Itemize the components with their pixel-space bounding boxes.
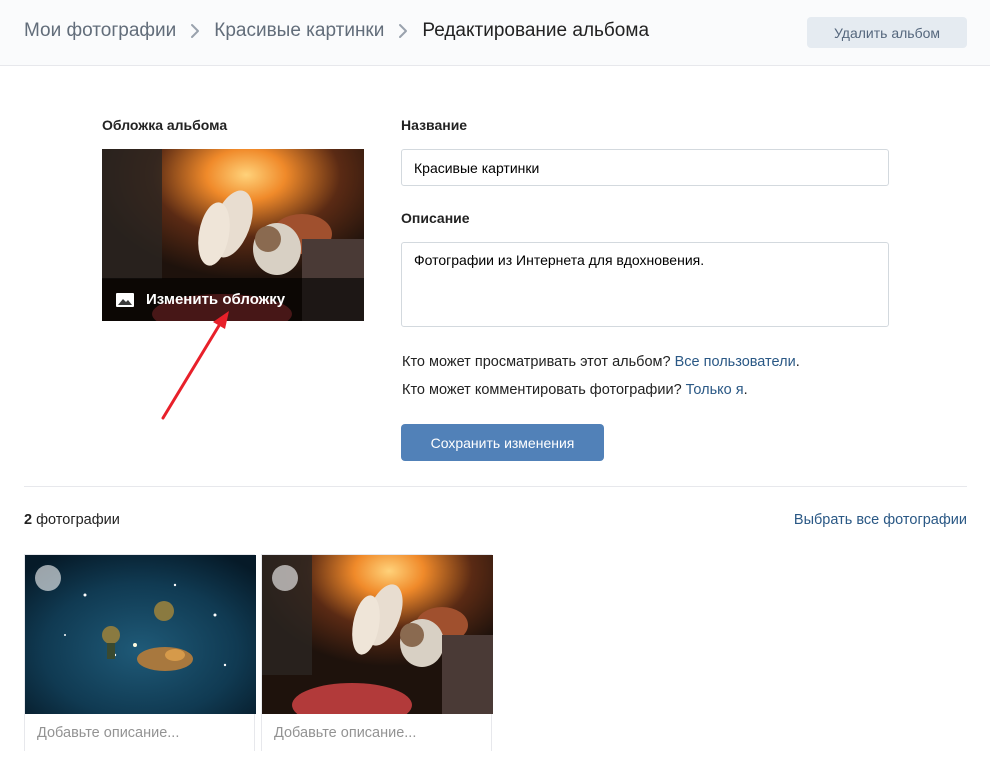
image-icon: [116, 292, 134, 307]
chevron-right-icon: [399, 24, 408, 38]
save-changes-button[interactable]: Сохранить изменения: [401, 424, 604, 461]
photo-card: [24, 554, 256, 751]
description-label: Описание: [401, 210, 470, 226]
photo-description-input[interactable]: [262, 714, 491, 751]
breadcrumb-album[interactable]: Красивые картинки: [214, 20, 384, 42]
view-privacy-row: Кто может просматривать этот альбом? Все…: [402, 354, 800, 370]
annotation-arrow: [161, 311, 229, 420]
chevron-right-icon: [191, 24, 200, 38]
comment-privacy-link[interactable]: Только я: [686, 382, 744, 398]
photo-count-label: фотографии: [36, 512, 120, 528]
photo-count: 2 фотографии: [24, 512, 120, 528]
breadcrumb: Мои фотографии Красивые картинки Редакти…: [24, 20, 649, 42]
select-photo-checkbox[interactable]: [272, 565, 298, 591]
comment-privacy-row: Кто может комментировать фотографии? Тол…: [402, 382, 748, 398]
page-header: Мои фотографии Красивые картинки Редакти…: [0, 0, 990, 66]
page-title: Редактирование альбома: [422, 20, 650, 41]
view-privacy-question: Кто может просматривать этот альбом?: [402, 354, 671, 370]
photo-description-input[interactable]: [25, 714, 254, 751]
album-description-textarea[interactable]: Фотографии из Интернета для вдохновения.: [401, 242, 889, 327]
divider: [24, 486, 967, 487]
photo-card: [261, 554, 493, 751]
view-privacy-link[interactable]: Все пользователи: [675, 354, 796, 370]
comment-privacy-question: Кто может комментировать фотографии?: [402, 382, 682, 398]
breadcrumb-my-photos[interactable]: Мои фотографии: [24, 20, 176, 42]
album-cover[interactable]: Изменить обложку: [102, 149, 364, 321]
select-photo-checkbox[interactable]: [35, 565, 61, 591]
photo-thumbnail[interactable]: [25, 555, 256, 714]
album-name-input[interactable]: [401, 149, 889, 186]
select-all-photos-link[interactable]: Выбрать все фотографии: [794, 512, 967, 528]
delete-album-button[interactable]: Удалить альбом: [807, 17, 967, 48]
photo-count-number: 2: [24, 512, 33, 528]
photo-thumbnail[interactable]: [262, 555, 493, 714]
cover-label: Обложка альбома: [102, 117, 228, 133]
name-label: Название: [401, 117, 468, 133]
